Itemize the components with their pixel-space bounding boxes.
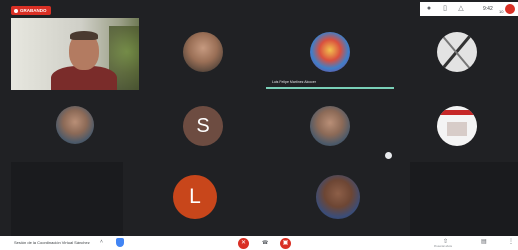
active-speaker-indicator [266,87,394,89]
recording-label: GRABANDO [20,8,47,13]
meeting-title[interactable]: Sesión de la Coordinación Virtual Sánche… [14,240,90,246]
active-speaker-name: Luis Felipe Martínez Alcocer [272,80,316,84]
bottom-toolbar: Sesión de la Coordinación Virtual Sánche… [0,236,518,250]
avatar-graphic [437,110,477,115]
participant-avatar[interactable] [183,32,223,72]
participant-count: 10 [499,9,504,14]
participant-video-tile[interactable] [11,18,139,90]
chevron-up-icon[interactable]: ˄ [100,239,103,245]
recording-badge[interactable]: GRABANDO [11,6,51,15]
clock: 9:42 [483,6,493,12]
chat-icon[interactable]: ▯ [440,4,450,14]
recording-dot-icon [14,8,18,13]
avatar-graphic [447,122,467,136]
participant-avatar[interactable] [437,32,477,72]
self-avatar[interactable] [505,4,515,14]
video-person-hair [70,31,98,40]
participant-avatar[interactable] [316,175,360,219]
participant-avatar[interactable] [310,32,350,72]
people-icon[interactable]: ● [424,4,434,14]
empty-tile [11,162,123,236]
empty-tile [410,162,518,236]
participant-letter-avatar[interactable]: L [173,175,217,219]
more-options-icon[interactable]: ⋮ [508,238,514,246]
shield-icon[interactable] [116,238,124,247]
mic-toggle-button[interactable]: ✕ [238,238,249,249]
hangup-button[interactable]: ☎ [262,240,268,246]
activities-icon[interactable]: △ [456,4,466,14]
participant-letter-avatar[interactable]: S [183,106,223,146]
camera-toggle-button[interactable]: ▣ [280,238,291,249]
present-label[interactable]: Presentar ahora [434,245,452,248]
mouse-cursor-icon [385,152,392,159]
top-toolbar: ● ▯ △ 9:42 10 [420,2,518,16]
captions-icon[interactable]: ▤ [481,238,487,246]
participant-avatar[interactable] [310,106,350,146]
participant-avatar[interactable] [56,106,94,144]
meeting-stage: GRABANDO ● ▯ △ 9:42 10 Luis Felipe Martí… [0,0,518,236]
participant-avatar[interactable] [437,106,477,146]
